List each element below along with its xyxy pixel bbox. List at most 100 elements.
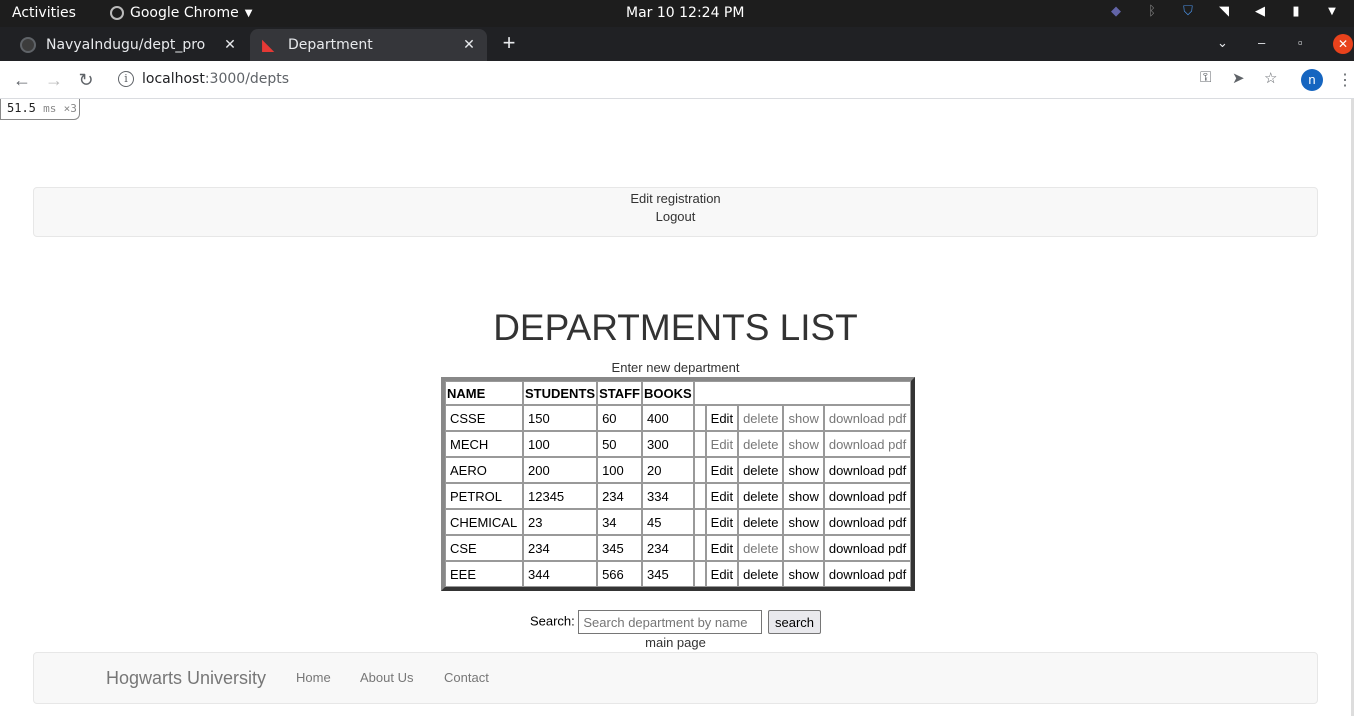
spacer-cell [693,457,706,483]
dept-name-cell: MECH [445,431,523,457]
books-cell: 300 [641,431,694,457]
download-pdf-link[interactable]: download pdf [823,405,912,431]
show-link[interactable]: show [783,535,824,561]
rails-icon: ◣ [262,35,275,54]
footer-brand[interactable]: Hogwarts University [106,668,266,689]
table-row: CHEMICAL 23 34 45 Edit delete show download pdf [445,509,912,535]
volume-icon[interactable]: ◀ [1252,4,1268,20]
wifi-icon[interactable]: ◥ [1216,4,1232,20]
spacer-cell [693,483,706,509]
tab-github[interactable]: NavyaIndugu/dept_pro ✕ [8,29,248,61]
new-tab-button[interactable]: + [498,30,520,56]
staff-cell: 100 [597,457,642,483]
col-header-books: BOOKS [641,381,694,405]
profile-avatar[interactable]: n [1301,69,1323,91]
books-cell: 400 [641,405,694,431]
dept-name-cell: PETROL [445,483,523,509]
activities-button[interactable]: Activities [12,5,76,21]
menu-icon[interactable]: ⋮ [1337,70,1353,90]
close-icon[interactable]: ✕ [220,37,240,53]
departments-table: NAME STUDENTS STAFF BOOKS CSSE 150 60 400 Ed… [441,377,916,591]
download-pdf-link[interactable]: download pdf [823,561,912,587]
new-department-link[interactable]: Enter new department [0,360,1351,375]
download-pdf-link[interactable]: download pdf [823,457,912,483]
delete-link[interactable]: delete [738,457,784,483]
send-icon[interactable]: ➤ [1232,69,1245,87]
spacer-cell [693,509,706,535]
staff-cell: 34 [597,509,642,535]
window-close-button[interactable]: ✕ [1333,34,1353,54]
students-cell: 100 [523,431,598,457]
main-page-link[interactable]: main page [0,635,1351,650]
download-pdf-link[interactable]: download pdf [823,483,912,509]
delete-link[interactable]: delete [738,405,784,431]
edit-registration-link[interactable]: Edit registration [34,190,1317,208]
show-link[interactable]: show [783,405,824,431]
table-row: MECH 100 50 300 Edit delete show download pdf [445,431,912,457]
show-link[interactable]: show [783,509,824,535]
browser-toolbar: ← → ↻ i localhost:3000/depts ⚿ ➤ ☆ [0,61,1354,99]
books-cell: 334 [641,483,694,509]
edit-link[interactable]: Edit [705,405,739,431]
delete-link[interactable]: delete [738,483,784,509]
star-icon[interactable]: ☆ [1264,69,1277,87]
edit-link[interactable]: Edit [705,431,739,457]
show-link[interactable]: show [783,483,824,509]
clock[interactable]: Mar 10 12:24 PM [626,5,744,21]
footer-link-about[interactable]: About Us [360,670,413,685]
forward-icon[interactable]: → [43,69,65,91]
back-icon[interactable]: ← [11,69,33,91]
power-menu-icon[interactable]: ▼ [1324,4,1340,20]
download-pdf-link[interactable]: download pdf [823,535,912,561]
delete-link[interactable]: delete [738,561,784,587]
tab-search-icon[interactable]: ⌄ [1217,35,1228,51]
col-header-staff: STAFF [597,381,642,405]
delete-link[interactable]: delete [738,535,784,561]
edit-link[interactable]: Edit [705,561,739,587]
students-cell: 150 [523,405,598,431]
tab-department[interactable]: ◣ Department ✕ [250,29,487,61]
minimize-button[interactable]: – [1258,35,1265,50]
staff-cell: 50 [597,431,642,457]
spacer-cell [693,431,706,457]
search-form: Search: search [0,610,1351,634]
app-menu[interactable]: Google Chrome ▼ [110,5,252,21]
maximize-button[interactable]: ▫ [1298,35,1303,50]
search-button[interactable]: search [768,610,822,634]
table-row: PETROL 12345 234 334 Edit delete show download … [445,483,912,509]
edit-link[interactable]: Edit [705,535,739,561]
user-nav: Edit registration Logout [33,187,1318,237]
reload-icon[interactable]: ↻ [75,69,97,91]
table-row: CSSE 150 60 400 Edit delete show download pdf [445,405,912,431]
key-icon[interactable]: ⚿ [1200,69,1211,86]
bluetooth-icon[interactable]: ᛒ [1144,4,1160,20]
battery-icon[interactable]: ▮ [1288,4,1304,20]
address-bar[interactable]: i localhost:3000/depts [108,65,1288,95]
staff-cell: 60 [597,405,642,431]
footer-link-home[interactable]: Home [296,670,331,685]
system-top-bar: Activities Google Chrome ▼ Mar 10 12:24 … [0,0,1354,27]
download-pdf-link[interactable]: download pdf [823,431,912,457]
teams-icon[interactable]: ◆ [1108,4,1124,20]
edit-link[interactable]: Edit [705,509,739,535]
footer-link-contact[interactable]: Contact [444,670,489,685]
search-label: Search: [529,613,575,629]
show-link[interactable]: show [783,431,824,457]
shield-icon[interactable]: ⛉ [1180,4,1196,20]
perf-badge[interactable]: 51.5 ms ×3 [0,99,80,120]
system-tray[interactable]: ◆ ᛒ ⛉ ◥ ◀ ▮ ▼ [1108,4,1340,20]
url-text[interactable]: localhost:3000/depts [142,71,289,87]
download-pdf-link[interactable]: download pdf [823,509,912,535]
show-link[interactable]: show [783,561,824,587]
tab-title: Department [288,37,373,53]
edit-link[interactable]: Edit [705,457,739,483]
edit-link[interactable]: Edit [705,483,739,509]
table-row: CSE 234 345 234 Edit delete show download pdf [445,535,912,561]
show-link[interactable]: show [783,457,824,483]
delete-link[interactable]: delete [738,431,784,457]
search-input[interactable] [578,610,763,634]
logout-link[interactable]: Logout [34,208,1317,226]
close-icon[interactable]: ✕ [459,37,479,53]
delete-link[interactable]: delete [738,509,784,535]
site-info-icon[interactable]: i [118,71,134,87]
